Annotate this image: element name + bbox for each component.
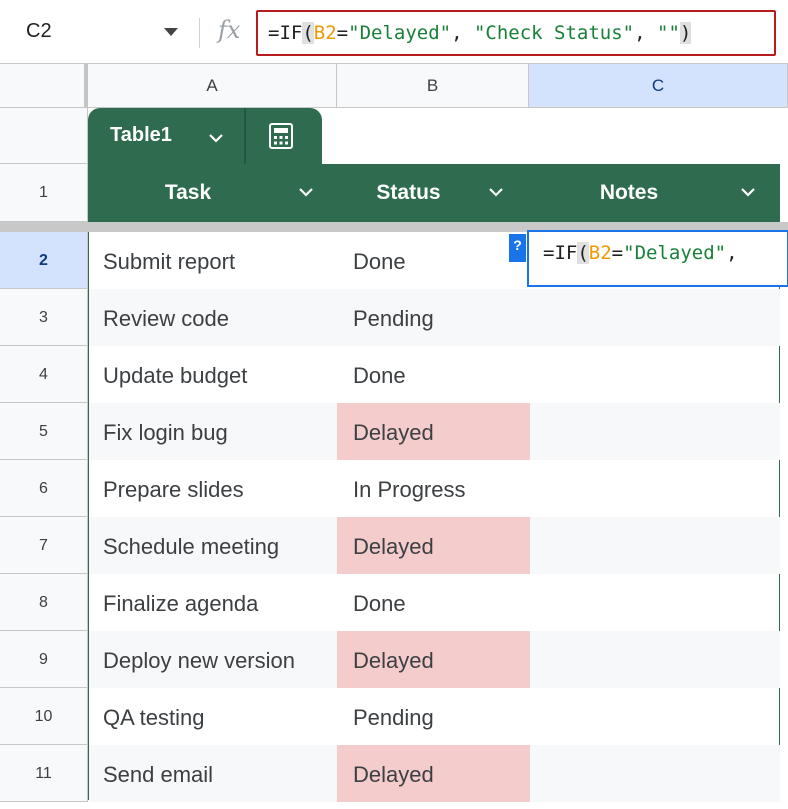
- formula-paren: (: [577, 242, 589, 264]
- fx-icon: fx: [218, 16, 241, 44]
- cell-task[interactable]: QA testing: [89, 688, 337, 745]
- select-all-corner[interactable]: [0, 64, 88, 108]
- formula-ref: B2: [588, 242, 612, 264]
- cell-status[interactable]: Delayed: [337, 745, 530, 802]
- row-header-8[interactable]: 8: [0, 574, 88, 631]
- formula-help-icon[interactable]: ?: [509, 234, 526, 262]
- cell-task[interactable]: Submit report: [89, 232, 337, 289]
- cell-status[interactable]: Delayed: [337, 631, 530, 688]
- calculator-icon[interactable]: [268, 122, 294, 150]
- formula-operator: =: [611, 242, 624, 264]
- name-box[interactable]: C2: [0, 0, 200, 64]
- cell-task[interactable]: Finalize agenda: [89, 574, 337, 631]
- table-name[interactable]: Table1: [110, 124, 172, 147]
- table-header-status[interactable]: Status: [336, 164, 481, 222]
- formula-input[interactable]: =IF(B2="Delayed", "Check Status", ""): [256, 10, 776, 56]
- table-header-row: Task Status Notes: [88, 164, 780, 222]
- cell-notes[interactable]: [530, 289, 780, 346]
- chevron-down-icon[interactable]: [206, 128, 226, 148]
- cell-task[interactable]: Prepare slides: [89, 460, 337, 517]
- formula-func: =IF: [543, 242, 578, 264]
- table-header-notes[interactable]: Notes: [529, 164, 729, 222]
- formula-string: "": [657, 22, 680, 44]
- formula-ref: B2: [313, 22, 337, 44]
- cell-notes[interactable]: [530, 517, 780, 574]
- column-header-c[interactable]: C: [529, 64, 788, 108]
- cell-notes[interactable]: [530, 574, 780, 631]
- formula-separator: ,: [634, 22, 658, 44]
- row-header-11[interactable]: 11: [0, 745, 88, 802]
- cell-notes[interactable]: [530, 631, 780, 688]
- row-header-2[interactable]: 2: [0, 232, 88, 289]
- formula-string: "Delayed": [348, 22, 452, 44]
- cell-task[interactable]: Schedule meeting: [89, 517, 337, 574]
- cell-task[interactable]: Fix login bug: [89, 403, 337, 460]
- table-body: Submit report Done Review code Pending Updat…: [88, 232, 780, 802]
- divider: [199, 18, 200, 48]
- cell-editor-c2[interactable]: =IF(B2="Delayed",: [527, 230, 788, 287]
- column-header-b[interactable]: B: [337, 64, 529, 108]
- cell-task[interactable]: Review code: [89, 289, 337, 346]
- cell-notes[interactable]: [530, 688, 780, 745]
- cell-task[interactable]: Deploy new version: [89, 631, 337, 688]
- formula-paren: (: [302, 22, 314, 44]
- formula-separator: ,: [726, 242, 738, 264]
- cell-notes[interactable]: [530, 745, 780, 802]
- formula-operator: =: [336, 22, 349, 44]
- formula-paren: ): [679, 22, 692, 44]
- row-header-9[interactable]: 9: [0, 631, 88, 688]
- table-header-task[interactable]: Task: [88, 164, 288, 222]
- row-header-7[interactable]: 7: [0, 517, 88, 574]
- row-header-6[interactable]: 6: [0, 460, 88, 517]
- cell-status[interactable]: In Progress: [337, 460, 530, 517]
- chevron-down-icon[interactable]: [486, 182, 506, 202]
- column-header-a[interactable]: A: [88, 64, 337, 108]
- cell-status[interactable]: Done: [337, 232, 530, 289]
- cell-task[interactable]: Update budget: [89, 346, 337, 403]
- divider: [244, 108, 246, 164]
- freeze-divider[interactable]: [0, 222, 88, 232]
- cell-status[interactable]: Delayed: [337, 517, 530, 574]
- cell-editor-text[interactable]: =IF(B2="Delayed",: [543, 242, 738, 264]
- formula-func: =IF: [268, 22, 303, 44]
- cell-status[interactable]: Pending: [337, 688, 530, 745]
- row-header-1[interactable]: 1: [0, 164, 88, 222]
- row-header-10[interactable]: 10: [0, 688, 88, 745]
- cell-status[interactable]: Done: [337, 574, 530, 631]
- cell-notes[interactable]: [530, 346, 780, 403]
- formula-separator: ,: [451, 22, 474, 44]
- row-header-blank: [0, 108, 88, 164]
- formula-text[interactable]: =IF(B2="Delayed", "Check Status", ""): [268, 22, 692, 44]
- row-header-5[interactable]: 5: [0, 403, 88, 460]
- cell-status[interactable]: Delayed: [337, 403, 530, 460]
- formula-bar: C2 fx =IF(B2="Delayed", "Check Status", …: [0, 0, 788, 64]
- cell-status[interactable]: Pending: [337, 289, 530, 346]
- cell-notes[interactable]: [530, 403, 780, 460]
- cell-notes[interactable]: [530, 460, 780, 517]
- chevron-down-icon[interactable]: [296, 182, 316, 202]
- formula-string: "Check Status": [473, 22, 635, 44]
- cell-task[interactable]: Send email: [89, 745, 337, 802]
- row-header-4[interactable]: 4: [0, 346, 88, 403]
- row-header-3[interactable]: 3: [0, 289, 88, 346]
- cell-status[interactable]: Done: [337, 346, 530, 403]
- formula-string: "Delayed": [623, 242, 727, 264]
- chevron-down-icon[interactable]: [738, 182, 758, 202]
- name-box-value[interactable]: C2: [26, 20, 52, 43]
- caret-down-icon[interactable]: [164, 28, 178, 36]
- table-tab[interactable]: Table1: [88, 108, 322, 164]
